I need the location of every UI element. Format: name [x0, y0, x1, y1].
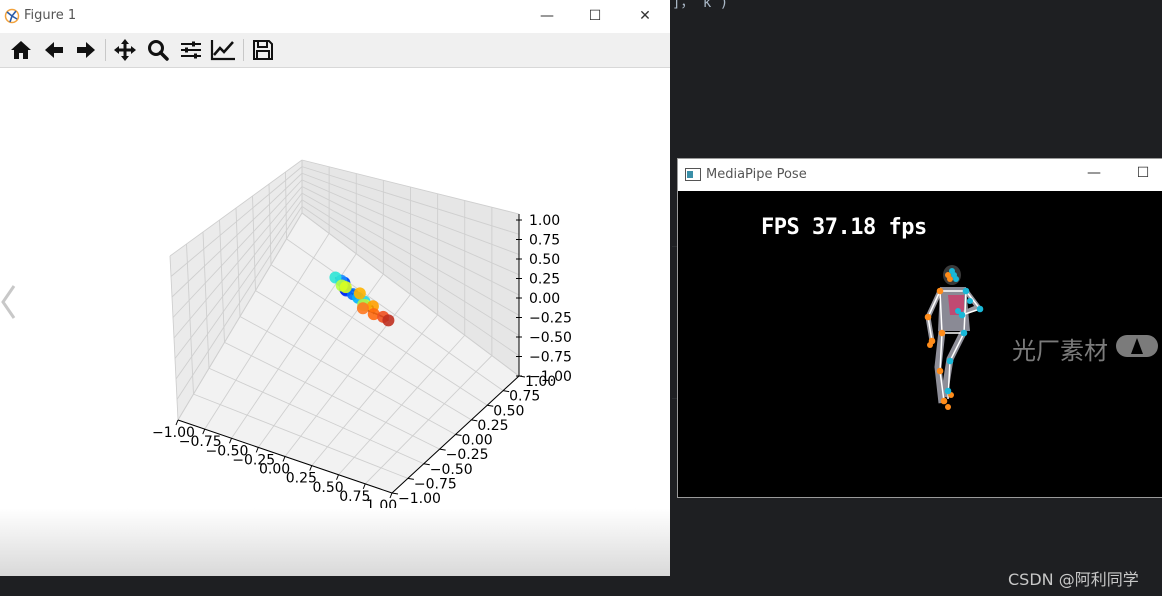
mediapipe-window: MediaPipe Pose — ☐ FPS 37.18 fps 光厂素材 [677, 158, 1162, 498]
y-tick-label: 0.25 [477, 418, 508, 434]
plot-3d-canvas[interactable]: −1.00−0.75−0.50−0.250.000.250.500.751.00… [0, 68, 670, 576]
z-tick-label: 0.25 [529, 272, 560, 288]
matplotlib-app-icon [4, 8, 20, 24]
edit-axes-icon[interactable] [210, 37, 236, 63]
close-button[interactable]: ✕ [633, 6, 657, 26]
maximize-button[interactable]: ☐ [583, 6, 607, 26]
landmark-point [382, 314, 395, 327]
z-tick-label: −0.75 [529, 350, 572, 366]
z-tick-label: 0.75 [529, 233, 560, 249]
landmark-point [339, 281, 352, 294]
figure-bottom-strip [0, 576, 670, 596]
y-tick-label: −1.00 [398, 491, 441, 507]
toolbar-separator [243, 39, 244, 61]
z-tick-label: −1.00 [529, 369, 572, 385]
forward-arrow-icon[interactable] [73, 37, 99, 63]
z-tick-label: −0.25 [529, 311, 572, 327]
zoom-icon[interactable] [145, 37, 171, 63]
figure-bottom-gradient [0, 508, 670, 576]
chevron-left-icon[interactable] [0, 282, 20, 322]
z-tick-label: 0.00 [529, 291, 560, 307]
editor-code-fragment: ]， k ) [672, 0, 729, 11]
y-tick-label: 0.00 [462, 433, 493, 449]
pose-video-view: FPS 37.18 fps 光厂素材 [678, 191, 1162, 497]
z-tick-label: 0.50 [529, 252, 560, 268]
save-icon[interactable] [250, 37, 276, 63]
toolbar-separator [105, 39, 106, 61]
y-tick-label: 0.50 [493, 403, 524, 419]
y-tick-label: 0.75 [509, 389, 540, 405]
csdn-watermark: CSDN @阿利同学 [1008, 570, 1139, 589]
mediapipe-title: MediaPipe Pose [706, 167, 807, 182]
maximize-button[interactable]: ☐ [1131, 163, 1155, 183]
opencv-window-icon [685, 168, 701, 181]
back-arrow-icon[interactable] [41, 37, 67, 63]
y-tick-label: −0.25 [446, 447, 489, 463]
subplots-icon[interactable] [178, 37, 204, 63]
minimize-button[interactable]: — [535, 6, 559, 26]
pan-icon[interactable] [112, 37, 138, 63]
z-tick-label: −0.50 [529, 330, 572, 346]
landmark-point [356, 302, 369, 315]
mediapipe-titlebar[interactable]: MediaPipe Pose — ☐ [678, 159, 1162, 190]
y-tick-label: −0.75 [414, 476, 457, 492]
figure-titlebar[interactable]: Figure 1 — ☐ ✕ [0, 0, 670, 33]
figure-toolbar [0, 33, 670, 68]
minimize-button[interactable]: — [1082, 163, 1106, 183]
figure-window: Figure 1 — ☐ ✕ −1.00 −0.75 −0.50 −0.25 0… [0, 0, 670, 576]
pose-figure [924, 265, 984, 410]
y-tick-label: −0.50 [430, 462, 473, 478]
figure-title: Figure 1 [24, 8, 77, 23]
z-tick-label: 1.00 [529, 213, 560, 229]
landmark-point [353, 287, 366, 300]
home-icon[interactable] [8, 37, 34, 63]
